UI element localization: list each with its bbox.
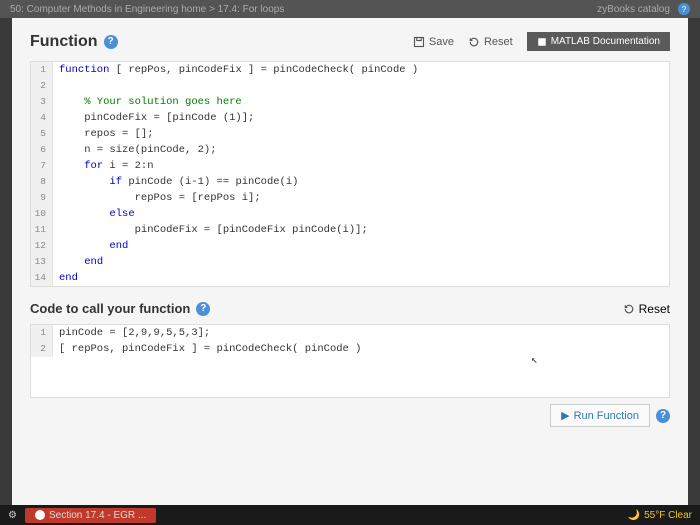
function-code-editor[interactable]: 1 function [ repPos, pinCodeFix ] = pinCo… — [30, 61, 670, 287]
code-keyword: else — [109, 208, 134, 220]
line-number: 4 — [31, 110, 53, 126]
run-label: Run Function — [574, 410, 639, 422]
play-icon: ▶ — [561, 409, 569, 422]
breadcrumb[interactable]: 50: Computer Methods in Engineering home… — [10, 4, 284, 15]
code-text: n = size(pinCode, 2); — [53, 142, 217, 158]
code-text: pinCode (i-1) == pinCode(i) — [122, 176, 298, 188]
code-text: [ repPos, pinCodeFix ] = pinCodeCheck( p… — [53, 341, 361, 357]
line-number: 3 — [31, 94, 53, 110]
line-number: 2 — [31, 78, 53, 94]
code-comment: % Your solution goes here — [59, 96, 242, 108]
code-text: i = 2:n — [103, 160, 153, 172]
help-icon[interactable]: ? — [104, 35, 118, 49]
gear-icon[interactable]: ⚙ — [8, 510, 17, 521]
line-number: 14 — [31, 270, 53, 286]
help-icon[interactable]: ? — [196, 302, 210, 316]
code-text: pinCodeFix = [pinCodeFix pinCode(i)]; — [53, 222, 368, 238]
reset-label: Reset — [639, 302, 670, 316]
taskbar-tab[interactable]: Section 17.4 - EGR ... — [25, 508, 156, 523]
line-number: 10 — [31, 206, 53, 222]
save-label: Save — [429, 36, 454, 48]
code-keyword: function — [59, 64, 109, 76]
line-number: 5 — [31, 126, 53, 142]
code-keyword: if — [109, 176, 122, 188]
save-button[interactable]: Save — [413, 36, 454, 48]
page-content: Function ? Save Reset MATLAB Documentati… — [12, 18, 688, 505]
help-icon[interactable]: ? — [656, 409, 670, 423]
line-number: 2 — [31, 341, 53, 357]
code-text: [ repPos, pinCodeFix ] = pinCodeCheck( p… — [109, 64, 418, 76]
line-number: 7 — [31, 158, 53, 174]
code-keyword: end — [109, 240, 128, 252]
code-text: repos = []; — [53, 126, 154, 142]
code-text: pinCode = [2,9,9,5,5,3]; — [53, 325, 210, 341]
code-keyword: end — [59, 272, 78, 284]
line-number: 1 — [31, 62, 53, 78]
line-number: 11 — [31, 222, 53, 238]
reset-icon — [623, 303, 635, 315]
zybooks-logo[interactable]: zyBooks catalog — [597, 4, 670, 15]
save-icon — [413, 36, 425, 48]
help-circle-icon[interactable]: ? — [678, 3, 690, 15]
line-number: 8 — [31, 174, 53, 190]
function-section-title: Function — [30, 33, 98, 51]
browser-icon — [35, 510, 45, 520]
doc-label: MATLAB Documentation — [551, 36, 660, 47]
weather-widget[interactable]: 🌙 55°F Clear — [628, 510, 692, 521]
line-number: 9 — [31, 190, 53, 206]
run-function-button[interactable]: ▶ Run Function — [550, 404, 650, 427]
weather-text: 55°F Clear — [644, 510, 692, 521]
code-text: repPos = [repPos i]; — [53, 190, 261, 206]
code-keyword: for — [84, 160, 103, 172]
code-text: pinCodeFix = [pinCode (1)]; — [53, 110, 254, 126]
call-section-title: Code to call your function — [30, 301, 190, 316]
line-number: 1 — [31, 325, 53, 341]
reset-icon — [468, 36, 480, 48]
reset-call-button[interactable]: Reset — [623, 302, 670, 316]
tab-label: Section 17.4 - EGR ... — [49, 510, 146, 521]
moon-icon: 🌙 — [628, 510, 640, 521]
line-number: 6 — [31, 142, 53, 158]
reset-label: Reset — [484, 36, 513, 48]
line-number: 13 — [31, 254, 53, 270]
call-code-editor[interactable]: 1pinCode = [2,9,9,5,5,3]; 2[ repPos, pin… — [30, 324, 670, 398]
code-keyword: end — [84, 256, 103, 268]
reset-button[interactable]: Reset — [468, 36, 513, 48]
cursor-icon: ↖ — [531, 353, 538, 367]
browser-tab-bar: 50: Computer Methods in Engineering home… — [0, 0, 700, 18]
taskbar: ⚙ Section 17.4 - EGR ... 🌙 55°F Clear — [0, 505, 700, 525]
doc-icon — [537, 37, 547, 47]
line-number: 12 — [31, 238, 53, 254]
matlab-doc-button[interactable]: MATLAB Documentation — [527, 32, 670, 51]
